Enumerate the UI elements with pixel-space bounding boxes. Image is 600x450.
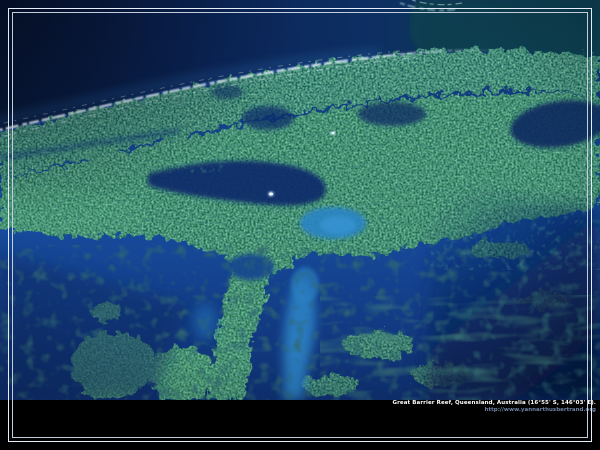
caption-url: http://www.yannarthusbertrand.org [392,407,596,413]
wallpaper-stage: Great Barrier Reef, Queensland, Australi… [0,0,600,450]
boat-speck [269,193,273,196]
boat-layer [0,0,600,400]
boat-speck [332,132,335,134]
reef-photo [0,0,600,400]
photo-caption: Great Barrier Reef, Queensland, Australi… [392,400,596,413]
caption-title: Great Barrier Reef, Queensland, Australi… [392,400,596,407]
